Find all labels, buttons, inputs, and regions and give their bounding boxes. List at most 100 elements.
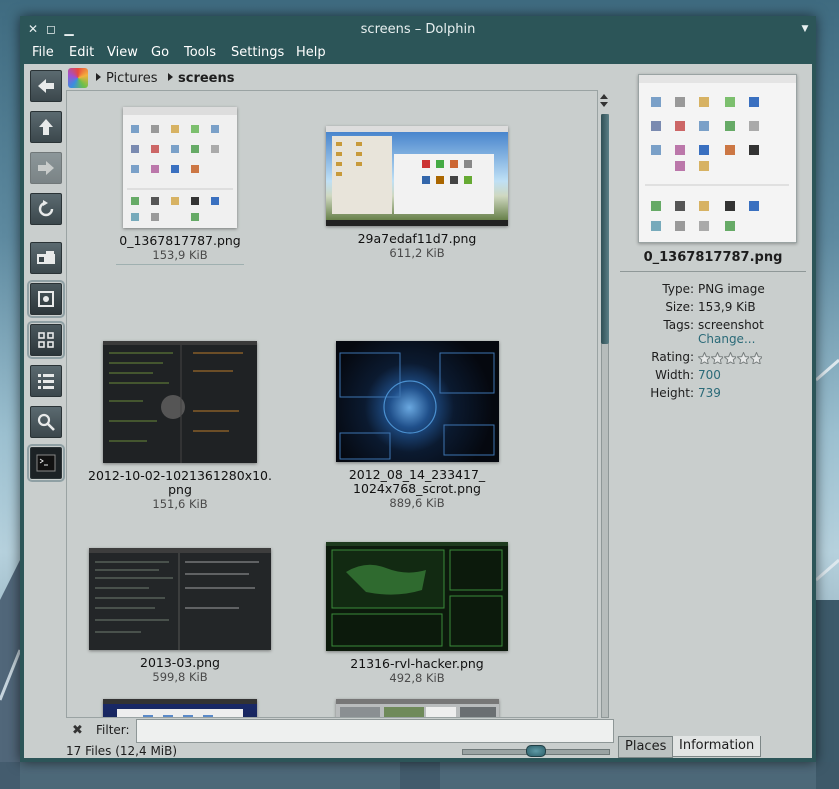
file-view[interactable]: 0_1367817787.png 153,9 KiB 29a7edaf11d7.… [66, 90, 598, 718]
file-name: 0_1367817787.png [119, 233, 241, 248]
file-size: 889,6 KiB [389, 496, 445, 510]
file-item[interactable]: 21316-rvl-hacker.png 492,8 KiB [307, 542, 527, 685]
tab-places[interactable]: Places [618, 736, 674, 758]
info-width-row: Width: 700 [614, 368, 812, 384]
menu-view[interactable]: View [107, 45, 138, 60]
info-width-value: 700 [698, 368, 721, 382]
file-thumbnail [89, 548, 271, 650]
file-size: 153,9 KiB [152, 248, 208, 262]
file-item[interactable]: 0_1367817787.png 153,9 KiB [70, 107, 290, 265]
info-size-row: Size: 153,9 KiB [614, 300, 812, 316]
info-height-row: Height: 739 [614, 386, 812, 402]
info-type-label: Type: [662, 282, 694, 296]
file-thumbnail [123, 107, 237, 228]
file-name: 21316-rvl-hacker.png [350, 656, 484, 671]
file-item[interactable] [307, 699, 527, 717]
file-thumbnail [103, 341, 257, 463]
tab-information[interactable]: Information [672, 736, 762, 757]
file-size: 599,8 KiB [152, 670, 208, 684]
back-button[interactable] [30, 70, 62, 102]
rating-stars[interactable] [698, 350, 763, 364]
info-size-label: Size: [665, 300, 694, 314]
up-icon [39, 119, 53, 135]
search-button[interactable] [30, 406, 62, 438]
panel-tabs: Places Information [614, 734, 812, 758]
info-tags-label: Tags: [663, 318, 694, 332]
info-change-row: Change... [614, 332, 812, 348]
file-name: 2013-03.png [140, 655, 220, 670]
filter-label: Filter: [96, 723, 130, 737]
menu-edit[interactable]: Edit [69, 45, 94, 60]
file-item[interactable]: 29a7edaf11d7.png 611,2 KiB [307, 126, 527, 260]
info-type-row: Type: PNG image [614, 282, 812, 298]
info-rating-label: Rating: [651, 350, 694, 364]
breadcrumb-screens[interactable]: screens [178, 71, 234, 86]
file-thumbnail [335, 341, 499, 462]
file-thumbnail [103, 699, 257, 717]
details-view-icon [38, 374, 54, 389]
file-name: 29a7edaf11d7.png [357, 231, 477, 246]
info-type-value: PNG image [698, 282, 765, 296]
star-icon[interactable] [711, 351, 723, 364]
main-content: Pictures screens 0_1367817787.png 153,9 … [24, 64, 812, 758]
preview-button[interactable] [27, 280, 65, 318]
status-bar: 17 Files (12,4 MiB) [66, 744, 612, 760]
forward-icon [38, 161, 54, 175]
star-icon[interactable] [737, 351, 749, 364]
menu-tools[interactable]: Tools [184, 45, 216, 60]
icons-view-button[interactable] [27, 321, 65, 359]
title-bar: ✕ ◻ ▁ screens – Dolphin ▼ [20, 16, 816, 44]
file-name: 2012-10-02-1021361280x10. png [88, 468, 272, 497]
info-rating-row: Rating: [614, 350, 812, 366]
file-item[interactable] [70, 699, 290, 717]
scroll-down-icon[interactable] [600, 102, 608, 107]
menu-go[interactable]: Go [151, 45, 169, 60]
info-file-name: 0_1367817787.png [643, 250, 783, 265]
terminal-icon [36, 454, 56, 472]
star-icon[interactable] [724, 351, 736, 364]
file-size: 151,6 KiB [152, 497, 208, 511]
info-tags-value: screenshot [698, 318, 764, 332]
breadcrumb-pictures[interactable]: Pictures [106, 71, 157, 86]
icons-view-icon [38, 332, 54, 348]
change-tags-link[interactable]: Change... [698, 332, 755, 346]
file-item[interactable]: 2012-10-02-1021361280x10. png 151,6 KiB [70, 341, 290, 511]
window-menu-icon[interactable]: ▼ [798, 22, 812, 36]
chevron-right-icon [168, 73, 173, 81]
file-size: 611,2 KiB [389, 246, 445, 260]
reload-button[interactable] [30, 193, 62, 225]
menu-help[interactable]: Help [296, 45, 326, 60]
menu-file[interactable]: File [32, 45, 54, 60]
search-icon [37, 413, 55, 431]
info-height-value: 739 [698, 386, 721, 400]
vertical-scrollbar[interactable] [598, 90, 612, 718]
scroll-up-icon[interactable] [600, 94, 608, 99]
file-thumbnail [326, 542, 508, 651]
close-filter-icon[interactable]: ✖ [72, 723, 83, 738]
up-button[interactable] [30, 111, 62, 143]
split-view-icon [37, 251, 55, 264]
details-view-button[interactable] [30, 365, 62, 397]
file-thumbnail [335, 699, 499, 717]
information-panel: 0_1367817787.png Type: PNG image Size: 1… [614, 64, 812, 734]
terminal-button[interactable] [27, 444, 65, 482]
scroll-thumb[interactable] [601, 114, 609, 344]
menu-bar: File Edit View Go Tools Settings Help [20, 44, 816, 64]
menu-settings[interactable]: Settings [231, 45, 284, 60]
filter-input[interactable] [136, 719, 614, 743]
file-item[interactable]: 2013-03.png 599,8 KiB [70, 548, 290, 684]
pictures-folder-icon[interactable] [68, 68, 88, 88]
info-height-label: Height: [650, 386, 694, 400]
info-size-value: 153,9 KiB [698, 300, 756, 314]
file-item[interactable]: 2012_08_14_233417_ 1024x768_scrot.png 88… [307, 341, 527, 510]
file-name: 2012_08_14_233417_ 1024x768_scrot.png [348, 467, 486, 496]
dolphin-window: ✕ ◻ ▁ screens – Dolphin ▼ File Edit View… [20, 16, 816, 762]
forward-button[interactable] [30, 152, 62, 184]
zoom-slider-handle[interactable] [526, 745, 546, 757]
star-icon[interactable] [698, 351, 710, 364]
info-width-label: Width: [655, 368, 694, 382]
preview-icon [38, 291, 54, 307]
star-icon[interactable] [750, 351, 762, 364]
split-view-button[interactable] [30, 242, 62, 274]
selection-underline [116, 264, 244, 265]
